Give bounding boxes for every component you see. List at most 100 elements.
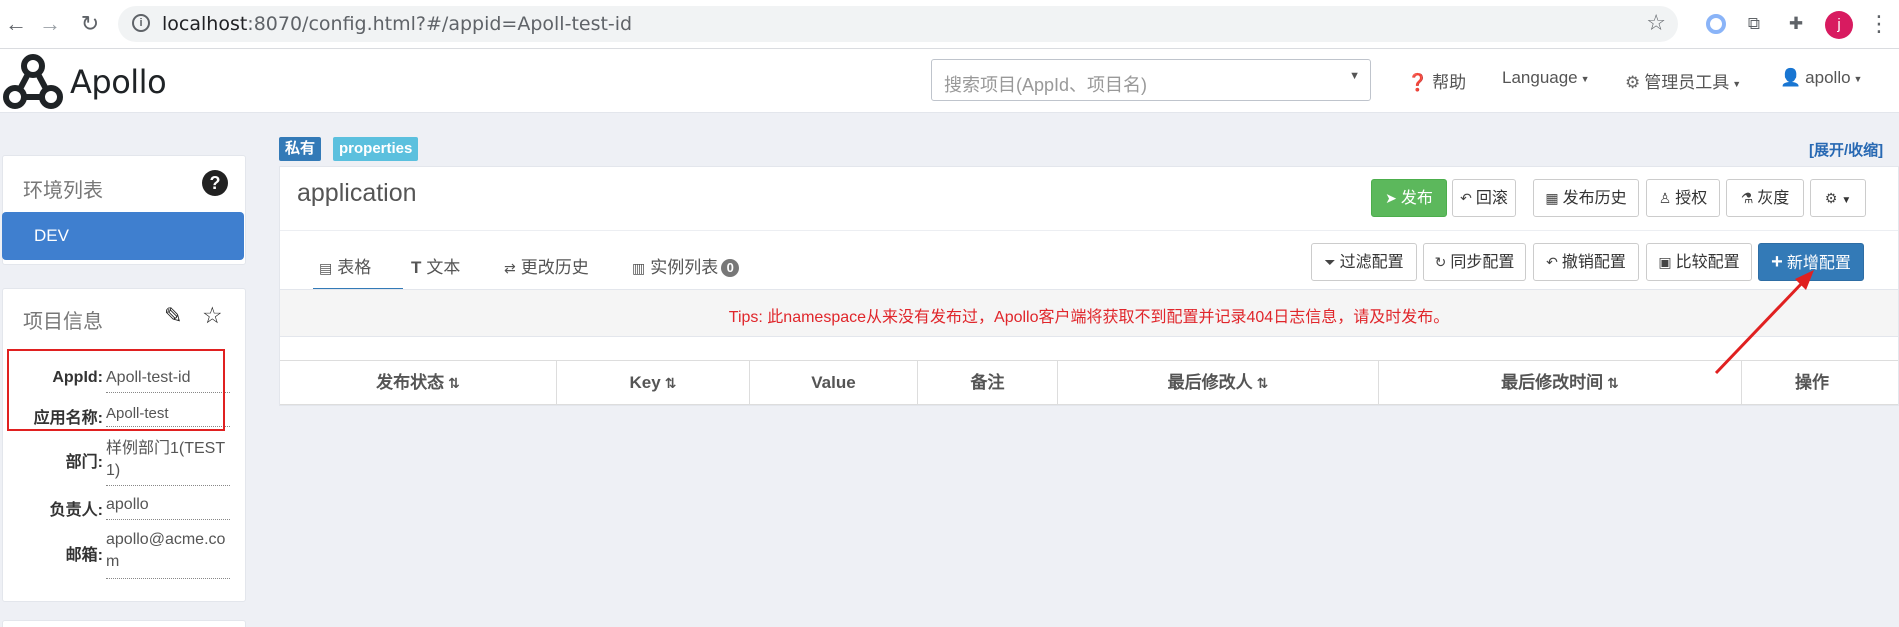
revoke-config-button[interactable]: ↶ 撤销配置	[1533, 243, 1639, 281]
col-last-modified-time[interactable]: 最后修改时间 ⇅	[1379, 361, 1742, 404]
admin-tools-dropdown[interactable]: ⚙ 管理员工具 ▼	[1625, 68, 1741, 93]
sort-icon: ⇅	[664, 375, 677, 391]
chevron-down-icon[interactable]: ▼	[1349, 70, 1360, 82]
next-panel-edge	[2, 620, 246, 627]
tab-change-history[interactable]: ⇄ 更改历史	[504, 253, 589, 291]
help-label: 帮助	[1432, 73, 1467, 92]
col-label: Key	[629, 373, 661, 392]
project-info-panel: 项目信息 ✎ ☆ AppId: Apoll-test-id 应用名称: Apol…	[2, 288, 246, 602]
add-label: 新增配置	[1786, 255, 1851, 272]
publish-button[interactable]: ➤ 发布	[1371, 179, 1447, 217]
sync-label: 同步配置	[1450, 254, 1515, 271]
namespace-panel: application ➤ 发布 ↶ 回滚 ▦ 发布历史 ♙ 授权 ⚗ 灰度 ⚙ ▼ ▤ 表格…	[279, 166, 1899, 406]
reload-icon[interactable]: ↻	[76, 10, 104, 38]
help-link[interactable]: ❓ 帮助	[1407, 68, 1466, 93]
admin-tools-label: 管理员工具	[1644, 73, 1730, 92]
logo-text[interactable]: Apollo	[70, 63, 167, 101]
publish-label: 发布	[1400, 190, 1433, 207]
publish-history-label: 发布历史	[1562, 190, 1627, 207]
address-bar[interactable]: i localhost:8070/config.html?#/appid=Apo…	[118, 6, 1678, 42]
undo-icon: ↶	[1460, 190, 1472, 206]
tips-text: Tips: 此namespace从来没有发布过，Apollo客户端将获取不到配置…	[728, 309, 1450, 326]
namespace-header: application ➤ 发布 ↶ 回滚 ▦ 发布历史 ♙ 授权 ⚗ 灰度 ⚙ ▼	[280, 167, 1898, 231]
url-text[interactable]: localhost:8070/config.html?#/appid=Apoll…	[162, 13, 632, 35]
tips-bar: Tips: 此namespace从来没有发布过，Apollo客户端将获取不到配置…	[280, 289, 1898, 337]
user-dropdown[interactable]: 👤 apollo ▼	[1780, 68, 1862, 88]
clipboard-icon: ▣	[1658, 254, 1672, 270]
tab-search-icon[interactable]: ⧉	[1742, 12, 1766, 36]
col-operations: 操作	[1742, 361, 1882, 404]
sort-icon: ⇅	[448, 375, 460, 391]
text-icon: T	[411, 258, 422, 277]
sort-icon: ⇅	[1256, 375, 1269, 391]
help-question-icon[interactable]: ?	[202, 170, 228, 196]
project-panel-title: 项目信息	[23, 311, 103, 333]
tab-text[interactable]: T 文本	[411, 253, 460, 291]
forward-arrow-icon[interactable]: →	[36, 10, 64, 38]
app-navbar: Apollo 搜索项目(AppId、项目名) ▼ ❓ 帮助 Language ▼ ⚙…	[0, 49, 1899, 113]
language-dropdown[interactable]: Language ▼	[1502, 68, 1590, 88]
expand-collapse-link[interactable]: [展开/收缩]	[1809, 139, 1883, 160]
extension-circle-icon[interactable]	[1706, 14, 1726, 34]
instance-count-badge: 0	[721, 259, 740, 277]
caret-down-icon: ▼	[1841, 195, 1852, 206]
back-arrow-icon[interactable]: ←	[2, 10, 30, 38]
info-value: apollo@acme.com	[106, 529, 230, 579]
filter-config-button[interactable]: ⏷ 过滤配置	[1311, 243, 1417, 281]
gray-release-button[interactable]: ⚗ 灰度	[1726, 179, 1804, 217]
tab-label: 实例列表	[650, 258, 719, 277]
browser-toolbar: ← → ↻ i localhost:8070/config.html?#/app…	[0, 0, 1899, 49]
caret-down-icon: ▼	[1732, 78, 1742, 89]
gear-icon: ⚙	[1824, 190, 1838, 206]
col-key[interactable]: Key ⇅	[557, 361, 750, 404]
tab-table[interactable]: ▤ 表格	[313, 253, 403, 291]
filter-icon: ⏷	[1324, 254, 1336, 270]
authorize-button[interactable]: ♙ 授权	[1646, 179, 1720, 217]
project-search-input[interactable]: 搜索项目(AppId、项目名) ▼	[931, 59, 1371, 101]
search-placeholder: 搜索项目(AppId、项目名)	[944, 75, 1148, 95]
info-value: apollo	[106, 494, 230, 520]
profile-avatar[interactable]: j	[1825, 11, 1853, 39]
col-label: 备注	[970, 373, 1005, 392]
browser-menu-icon[interactable]: ⋮	[1868, 11, 1890, 37]
apollo-logo-icon[interactable]	[2, 53, 64, 111]
undo-icon: ↶	[1546, 254, 1558, 270]
list-icon: ▥	[632, 260, 646, 276]
tab-instance-list[interactable]: ▥ 实例列表 0	[632, 253, 740, 291]
compare-label: 比较配置	[1675, 254, 1740, 271]
star-icon[interactable]: ☆	[202, 302, 223, 329]
settings-dropdown-button[interactable]: ⚙ ▼	[1810, 179, 1866, 217]
sync-config-button[interactable]: ↻ 同步配置	[1423, 243, 1526, 281]
url-host: localhost	[162, 13, 248, 35]
sort-icon: ⇅	[1607, 375, 1619, 391]
rollback-label: 回滚	[1475, 190, 1508, 207]
private-tag: 私有	[279, 137, 322, 161]
col-label: 发布状态	[376, 373, 445, 392]
caret-down-icon: ▼	[1580, 73, 1590, 84]
user-label: apollo	[1805, 68, 1851, 87]
info-label: 负责人:	[49, 502, 103, 519]
info-label: 部门:	[65, 454, 103, 471]
site-info-icon[interactable]: i	[132, 14, 150, 32]
format-tag: properties	[333, 137, 419, 161]
user-icon: ♙	[1658, 190, 1672, 206]
rollback-button[interactable]: ↶ 回滚	[1452, 179, 1516, 217]
user-icon: 👤	[1780, 68, 1802, 87]
info-value: 样例部门1(TEST1)	[106, 438, 230, 486]
add-config-button[interactable]: + 新增配置	[1758, 243, 1864, 281]
calendar-icon: ▦	[1545, 190, 1559, 206]
bookmark-star-icon[interactable]: ☆	[1646, 10, 1666, 36]
filter-label: 过滤配置	[1339, 254, 1404, 271]
gear-icon: ⚙	[1625, 73, 1641, 92]
tab-label: 更改历史	[520, 258, 589, 277]
table-icon: ▤	[319, 260, 333, 276]
col-last-modifier[interactable]: 最后修改人 ⇅	[1058, 361, 1379, 404]
col-label: 最后修改人	[1167, 373, 1253, 392]
gray-label: 灰度	[1757, 190, 1790, 207]
env-item-dev[interactable]: DEV	[2, 212, 244, 260]
col-publish-status[interactable]: 发布状态 ⇅	[280, 361, 557, 404]
publish-history-button[interactable]: ▦ 发布历史	[1533, 179, 1639, 217]
extensions-puzzle-icon[interactable]: ✚	[1784, 12, 1808, 36]
edit-icon[interactable]: ✎	[164, 303, 182, 329]
compare-config-button[interactable]: ▣ 比较配置	[1646, 243, 1752, 281]
